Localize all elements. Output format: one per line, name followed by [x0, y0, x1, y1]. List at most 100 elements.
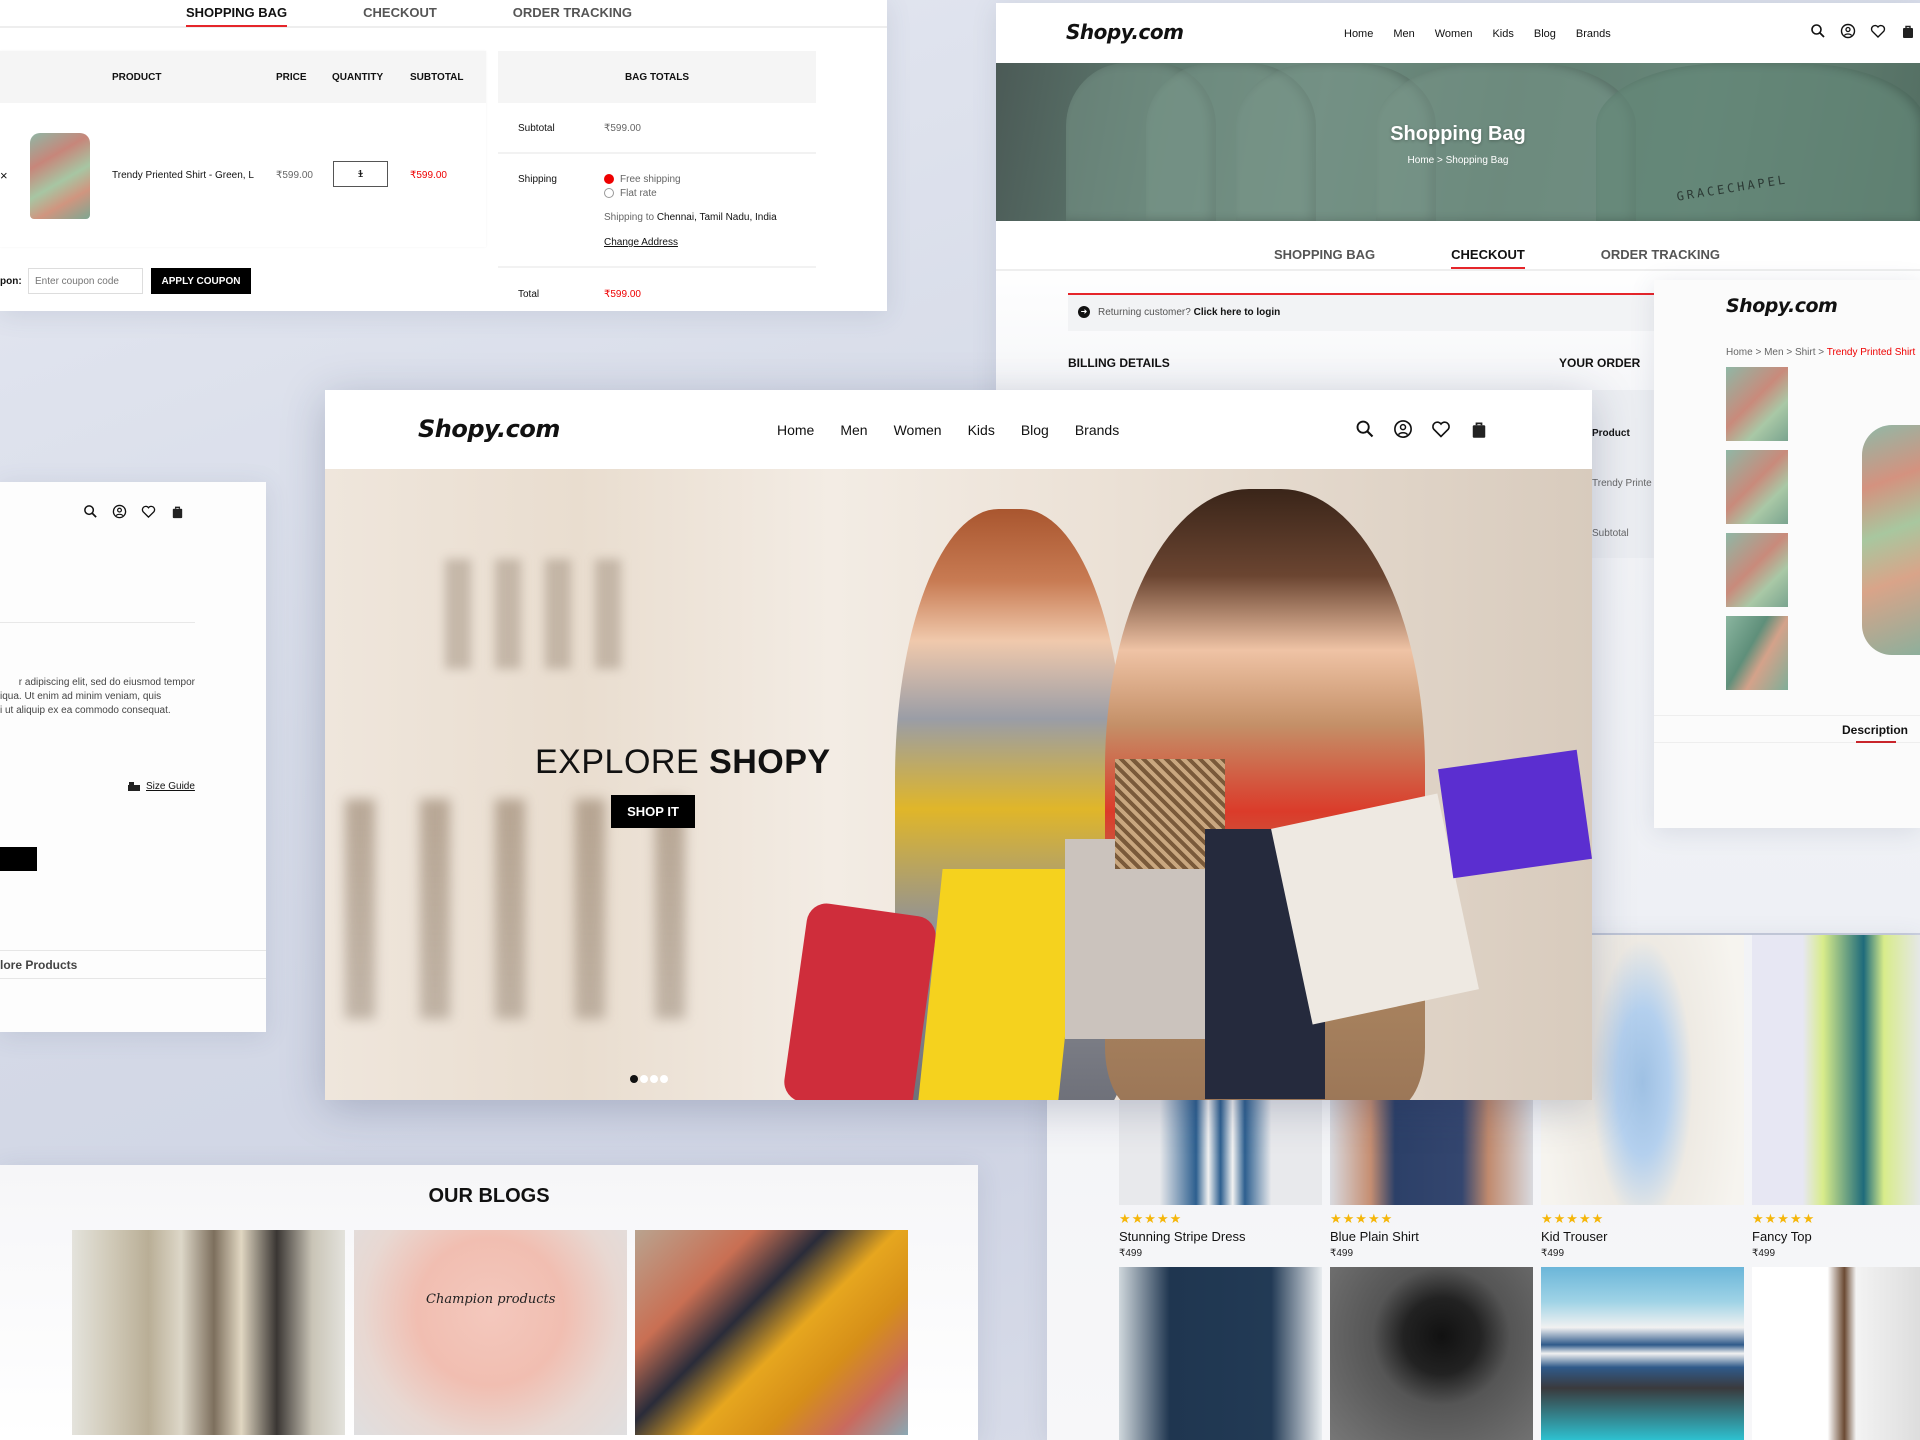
- tab-shopping-bag[interactable]: SHOPPING BAG: [1274, 247, 1375, 262]
- tab-order-tracking[interactable]: ORDER TRACKING: [513, 5, 632, 20]
- header: Shopy.com Home Men Women Kids Blog Brand…: [996, 3, 1920, 63]
- bag-icon[interactable]: [170, 504, 185, 519]
- blogs-title: OUR BLOGS: [428, 1185, 550, 1207]
- product-image[interactable]: [1752, 935, 1920, 1205]
- product-image-striped-tee[interactable]: [1541, 1267, 1744, 1440]
- hero-carousel[interactable]: EXPLORE SHOPY SHOP IT: [325, 469, 1592, 1100]
- add-to-bag-button[interactable]: [0, 847, 37, 871]
- nav-home[interactable]: Home: [1344, 28, 1373, 40]
- header-icons: [1810, 23, 1916, 39]
- logo[interactable]: Shopy.com: [1726, 295, 1838, 317]
- tab-shopping-bag[interactable]: SHOPPING BAG: [186, 5, 288, 27]
- divider: [498, 266, 816, 268]
- product-thumbnail[interactable]: [1726, 616, 1788, 690]
- bg-column: [420, 799, 450, 1019]
- user-icon[interactable]: [112, 504, 127, 519]
- shipping-destination: Shipping to Chennai, Tamil Nadu, India: [604, 212, 777, 223]
- user-icon[interactable]: [1393, 419, 1413, 439]
- logo[interactable]: Shopy.com: [418, 415, 560, 443]
- nav-men[interactable]: Men: [840, 422, 867, 438]
- carousel-dot-4[interactable]: [660, 1075, 668, 1083]
- cart-item-subtotal: ₹599.00: [410, 170, 447, 181]
- breadcrumb-current: Trendy Printed Shirt: [1826, 347, 1916, 358]
- radio-unchecked-icon[interactable]: [604, 188, 614, 199]
- product-name[interactable]: Blue Plain Shirt: [1330, 1229, 1533, 1244]
- product-image-graphic-tee[interactable]: [1752, 1267, 1920, 1440]
- heart-icon[interactable]: [1431, 419, 1451, 439]
- carousel-dot-1[interactable]: [630, 1075, 638, 1083]
- product-name[interactable]: Kid Trouser: [1541, 1229, 1744, 1244]
- remove-item-button[interactable]: ×: [0, 168, 8, 183]
- blog-image-sweatshirt[interactable]: Champion products: [354, 1230, 627, 1435]
- banner-breadcrumb[interactable]: Home > Shopping Bag: [996, 155, 1920, 166]
- logo[interactable]: Shopy.com: [1066, 20, 1184, 44]
- cart-item-name[interactable]: Trendy Priented Shirt - Green, L: [112, 170, 254, 181]
- breadcrumb-shirt[interactable]: Shirt: [1795, 347, 1816, 358]
- shopping-bag-panel: SHOPPING BAG CHECKOUT ORDER TRACKING PRO…: [0, 0, 887, 311]
- search-icon[interactable]: [1810, 23, 1826, 39]
- shop-it-button[interactable]: SHOP IT: [611, 795, 695, 828]
- apply-coupon-button[interactable]: APPLY COUPON: [151, 268, 251, 294]
- nav-brands[interactable]: Brands: [1576, 28, 1611, 40]
- nav-women[interactable]: Women: [894, 422, 942, 438]
- nav-blog[interactable]: Blog: [1021, 422, 1049, 438]
- carousel-dot-2[interactable]: [640, 1075, 648, 1083]
- bag-icon[interactable]: [1900, 23, 1916, 39]
- carousel-dot-3[interactable]: [650, 1075, 658, 1083]
- breadcrumb-home[interactable]: Home: [1726, 347, 1753, 358]
- heart-icon[interactable]: [1870, 23, 1886, 39]
- search-icon[interactable]: [83, 504, 98, 519]
- nav-kids[interactable]: Kids: [968, 422, 995, 438]
- nav-blog[interactable]: Blog: [1534, 28, 1556, 40]
- breadcrumb: Home > Men > Shirt > Trendy Printed Shir…: [1726, 347, 1916, 358]
- tab-checkout[interactable]: CHECKOUT: [363, 5, 437, 20]
- total-label: Total: [518, 289, 540, 300]
- main-nav: Home Men Women Kids Blog Brands: [1344, 28, 1611, 40]
- user-icon[interactable]: [1840, 23, 1856, 39]
- blog-image-runway[interactable]: [72, 1230, 345, 1435]
- tab-description[interactable]: Description: [1842, 723, 1908, 743]
- bg-column: [345, 799, 375, 1019]
- arrow-right-icon: ➜: [1078, 306, 1090, 318]
- product-image-sneakers[interactable]: [1330, 1267, 1533, 1440]
- blog-image-street-style[interactable]: [635, 1230, 908, 1435]
- quantity-plus[interactable]: +: [358, 169, 364, 180]
- divider: [0, 622, 195, 623]
- radio-checked-icon[interactable]: [604, 174, 614, 185]
- product-price: ₹499: [1752, 1248, 1776, 1259]
- login-link[interactable]: Click here to login: [1194, 307, 1281, 318]
- nav-kids[interactable]: Kids: [1492, 28, 1513, 40]
- rating-stars-icon: ★★★★★: [1541, 1211, 1605, 1226]
- bag-icon[interactable]: [1469, 419, 1489, 439]
- product-thumbnail[interactable]: [1726, 367, 1788, 441]
- search-icon[interactable]: [1355, 419, 1375, 439]
- nav-brands[interactable]: Brands: [1075, 422, 1119, 438]
- size-guide-link[interactable]: Size Guide: [128, 781, 195, 792]
- tab-order-tracking[interactable]: ORDER TRACKING: [1601, 247, 1720, 262]
- shipping-option-flat[interactable]: Flat rate: [604, 188, 657, 199]
- product-card[interactable]: ★★★★★ Fancy Top ₹499: [1752, 935, 1920, 1259]
- cart-item-image: [30, 133, 90, 219]
- nav-men[interactable]: Men: [1393, 28, 1414, 40]
- cart-table-header: PRODUCT PRICE QUANTITY SUBTOTAL: [0, 51, 486, 103]
- banner-title: Shopping Bag: [1390, 123, 1526, 145]
- heart-icon[interactable]: [141, 504, 156, 519]
- coupon-input[interactable]: [28, 268, 143, 294]
- nav-women[interactable]: Women: [1435, 28, 1473, 40]
- nav-home[interactable]: Home: [777, 422, 814, 438]
- checkout-tab-bar: SHOPPING BAG CHECKOUT ORDER TRACKING: [996, 221, 1920, 271]
- main-nav: Home Men Women Kids Blog Brands: [777, 422, 1119, 438]
- product-name[interactable]: Stunning Stripe Dress: [1119, 1229, 1322, 1244]
- product-thumbnail[interactable]: [1726, 533, 1788, 607]
- product-image-sweatshirt[interactable]: [1119, 1267, 1322, 1440]
- purple-bag: [1438, 749, 1592, 879]
- product-name[interactable]: Fancy Top: [1752, 1229, 1920, 1244]
- tab-checkout[interactable]: CHECKOUT: [1451, 247, 1525, 269]
- change-address-link[interactable]: Change Address: [604, 237, 678, 248]
- bg-window: [445, 559, 471, 669]
- shipping-option-free[interactable]: Free shipping: [604, 174, 681, 185]
- product-thumbnail[interactable]: [1726, 450, 1788, 524]
- sweatshirt-logo: Champion products: [426, 1292, 556, 1307]
- quantity-stepper[interactable]: - 1 +: [333, 161, 388, 187]
- breadcrumb-men[interactable]: Men: [1764, 347, 1783, 358]
